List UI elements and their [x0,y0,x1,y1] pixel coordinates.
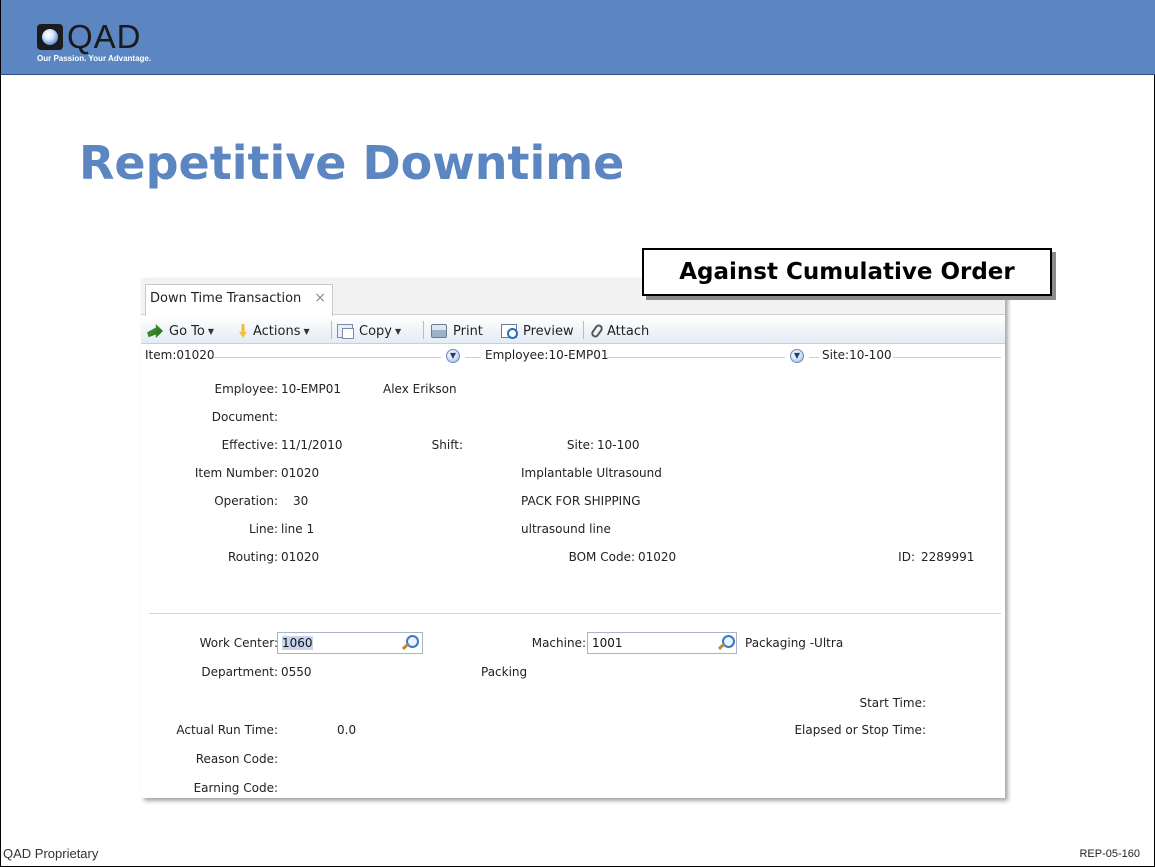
actual-run-time-label: Actual Run Time: [176,723,278,737]
tab-label: Down Time Transaction [150,291,302,306]
item-number-label: Item Number: [194,466,278,480]
chevron-down-icon: ▼ [394,326,402,336]
effective-value: 11/1/2010 [281,438,343,452]
copy-icon [337,324,354,339]
id-label: ID: [898,550,915,564]
logo-tagline: Our Passion. Your Advantage. [37,54,152,63]
machine-label: Machine: [531,636,586,650]
qad-logo-icon [37,24,63,50]
item-section-header: Item:01020 [145,348,215,362]
department-value: 0550 [281,665,312,679]
tab-down-time-transaction[interactable]: Down Time Transaction × [145,284,333,316]
department-label: Department: [201,665,278,679]
search-icon[interactable] [717,634,735,652]
machine-value: 1001 [592,636,623,650]
toolbar-divider [423,321,424,339]
preview-button[interactable]: Preview [501,322,574,340]
section-divider [465,357,481,358]
close-icon[interactable]: × [314,290,326,306]
id-value: 2289991 [921,550,975,564]
bom-code-label: BOM Code: [568,550,635,564]
print-label: Print [453,323,483,339]
down-time-transaction-window: Down Time Transaction × Go To ▼ Actions … [141,278,1005,798]
routing-value: 01020 [281,550,320,564]
footer-proprietary: QAD Proprietary [3,846,99,861]
site-label: Site: [566,438,594,452]
work-center-label: Work Center: [199,636,278,650]
employee-label: Employee: [214,382,278,396]
preview-icon [501,324,518,339]
line-value: line 1 [281,522,315,536]
attach-button[interactable]: Attach [589,322,650,340]
goto-label: Go To [169,323,205,339]
actions-label: Actions [253,323,301,339]
operation-label: Operation: [214,494,278,508]
actual-run-time-value: 0.0 [337,723,357,737]
department-description: Packing [481,665,528,679]
section-divider [213,357,441,358]
effective-label: Effective: [221,438,278,452]
line-label: Line: [248,522,278,536]
printer-icon [431,324,447,338]
bom-code-value: 01020 [638,550,677,564]
toolbar: Go To ▼ Actions ▼ Copy ▼ Print Preview A… [141,316,1005,344]
chevron-down-icon: ▼ [207,326,215,336]
work-center-value: 1060 [282,636,313,650]
employee-value: 10-EMP01 [281,382,342,396]
machine-input[interactable]: 1001 [587,632,737,654]
earning-code-label: Earning Code: [193,781,278,795]
shift-label: Shift: [431,438,463,452]
chevron-down-icon: ▼ [303,326,310,336]
search-icon[interactable] [401,634,419,652]
slide: QAD Our Passion. Your Advantage. Repetit… [0,0,1155,867]
operation-description: PACK FOR SHIPPING [521,494,641,508]
operation-value: 30 [293,494,309,508]
attach-label: Attach [607,323,650,339]
machine-description: Packaging -Ultra [745,636,844,650]
employee-section-header: Employee:10-EMP01 [485,348,609,362]
footer-slide-code: REP-05-160 [1079,848,1140,860]
section-divider [607,357,785,358]
expand-item-icon[interactable]: ▼ [446,349,460,363]
paperclip-icon [589,322,605,340]
logo-text: QAD [67,18,142,55]
goto-arrow-icon [147,324,163,338]
toolbar-divider [583,321,584,339]
site-section-header: Site:10-100 [822,348,892,362]
slide-title: Repetitive Downtime [79,136,625,190]
reason-code-label: Reason Code: [195,752,278,766]
elapsed-stop-time-label: Elapsed or Stop Time: [794,723,926,737]
start-time-label: Start Time: [859,696,926,710]
actions-button[interactable]: Actions ▼ [239,322,310,340]
routing-label: Routing: [227,550,278,564]
toolbar-divider [331,321,332,339]
line-description: ultrasound line [521,522,611,536]
site-value: 10-100 [597,438,640,452]
section-separator [149,613,1001,614]
expand-employee-icon[interactable]: ▼ [790,349,804,363]
goto-button[interactable]: Go To ▼ [147,322,214,340]
actions-icon [239,324,247,338]
callout-box: Against Cumulative Order [642,248,1052,296]
item-description: Implantable Ultrasound [521,466,662,480]
copy-label: Copy [359,323,392,339]
section-divider [809,357,819,358]
preview-label: Preview [523,323,574,339]
employee-name: Alex Erikson [383,382,457,396]
item-number-value: 01020 [281,466,320,480]
slide-header-bar: QAD Our Passion. Your Advantage. [1,0,1155,75]
section-divider [893,357,1001,358]
qad-logo: QAD Our Passion. Your Advantage. [37,18,187,68]
copy-button[interactable]: Copy ▼ [337,322,401,340]
document-label: Document: [211,410,278,424]
print-button[interactable]: Print [431,322,483,340]
